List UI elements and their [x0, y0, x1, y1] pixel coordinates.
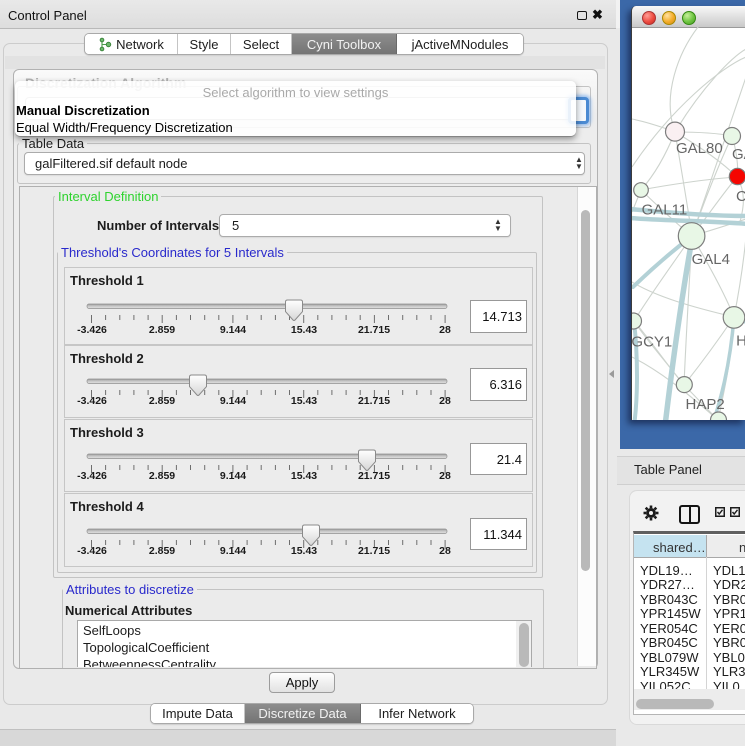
svg-text:GCY1: GCY1	[632, 333, 672, 350]
svg-text:C: C	[736, 188, 745, 205]
svg-text:GAL4: GAL4	[692, 251, 730, 268]
svg-text:HAP2: HAP2	[686, 396, 725, 413]
svg-text:GA: GA	[732, 146, 745, 163]
svg-text:GAL80: GAL80	[676, 140, 723, 157]
svg-text:H: H	[736, 332, 745, 349]
svg-text:GAL11: GAL11	[642, 201, 688, 218]
